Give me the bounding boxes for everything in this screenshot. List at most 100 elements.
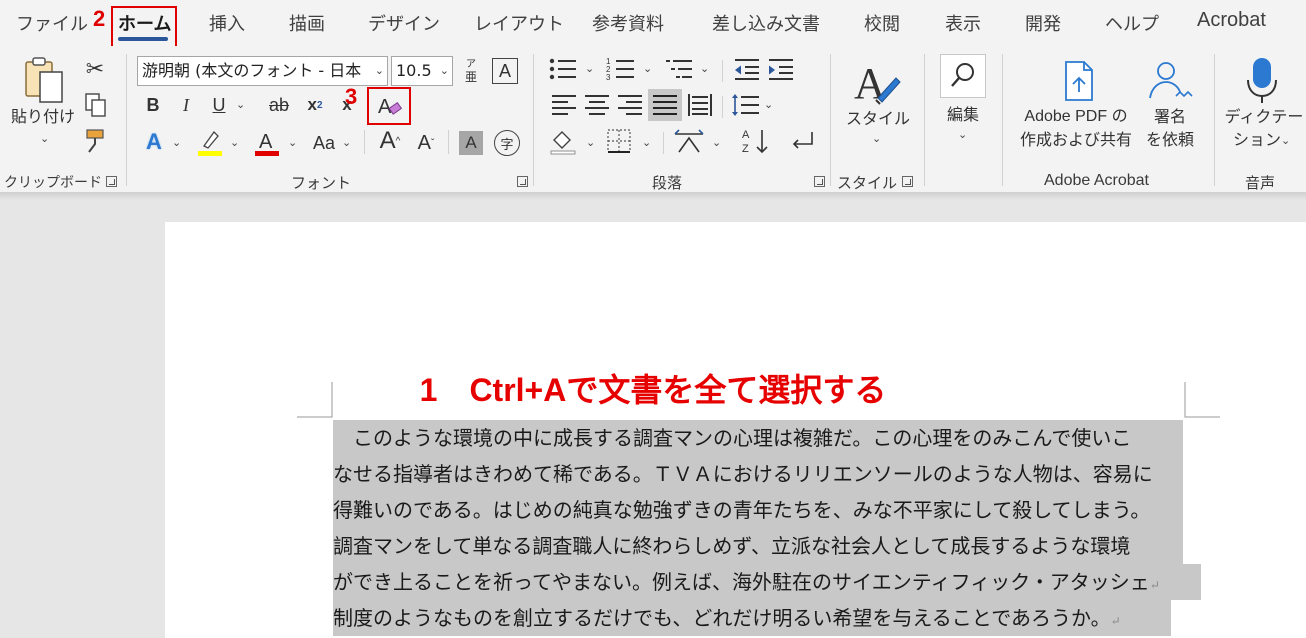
editing-dropdown-icon[interactable]: ⌄ <box>958 128 967 141</box>
tab-help[interactable]: ヘルプ <box>1105 10 1159 36</box>
borders-icon[interactable] <box>606 128 632 154</box>
multilevel-list-dropdown-icon[interactable]: ⌄ <box>700 62 709 75</box>
group-separator <box>126 54 127 186</box>
borders-dropdown-icon[interactable]: ⌄ <box>642 136 651 149</box>
font-launcher-icon[interactable] <box>517 176 528 187</box>
font-name-combobox[interactable]: 游明朝 (本文のフォント - 日本 ⌄ <box>137 56 388 86</box>
increase-indent-icon[interactable] <box>767 56 795 82</box>
font-size-value: 10.5 <box>396 61 432 80</box>
italic-button[interactable]: I <box>175 92 197 118</box>
clipboard-launcher-icon[interactable] <box>106 176 117 187</box>
underline-button[interactable]: U <box>208 92 230 118</box>
voice-group-label: 音声 <box>1245 174 1276 192</box>
text-effects-icon[interactable]: A <box>141 128 167 156</box>
highlight-color-dropdown-icon[interactable]: ⌄ <box>230 136 239 149</box>
document-text-line[interactable]: なせる指導者はきわめて稀である。ＴＶＡにおけるリリエンソールのような人物は、容易… <box>333 456 1183 492</box>
tab-references[interactable]: 参考資料 <box>592 10 664 36</box>
sort-icon[interactable]: AZ <box>740 126 770 156</box>
tab-design[interactable]: デザイン <box>368 10 440 36</box>
distributed-icon[interactable] <box>686 92 714 118</box>
justify-icon[interactable] <box>648 89 682 121</box>
create-share-pdf-line2[interactable]: 作成および共有 <box>1012 129 1140 151</box>
bullets-dropdown-icon[interactable]: ⌄ <box>585 62 594 75</box>
document-text-line[interactable]: 調査マンをして単なる調査職人に終わらしめず、立派な社会人として成長するような環境 <box>333 528 1183 564</box>
bold-button[interactable]: B <box>142 92 164 118</box>
font-name-dropdown-icon[interactable]: ⌄ <box>375 57 384 85</box>
styles-group-label: スタイル <box>837 174 898 192</box>
copy-icon[interactable] <box>83 92 109 118</box>
tab-view[interactable]: 表示 <box>945 10 981 36</box>
show-formatting-marks-icon[interactable] <box>788 128 816 156</box>
dictate-microphone-icon[interactable] <box>1244 56 1280 106</box>
underline-dropdown-icon[interactable]: ⌄ <box>236 98 245 111</box>
asian-layout-icon[interactable] <box>673 128 705 156</box>
change-case-dropdown-icon[interactable]: ⌄ <box>342 136 351 149</box>
editing-label[interactable]: 編集 <box>930 104 996 126</box>
text-effects-dropdown-icon[interactable]: ⌄ <box>172 136 181 149</box>
paste-dropdown-icon[interactable]: ⌄ <box>40 132 49 145</box>
group-separator <box>924 54 925 186</box>
numbering-icon[interactable]: 123 <box>606 56 636 82</box>
tab-review[interactable]: 校閲 <box>864 10 900 36</box>
format-painter-icon[interactable] <box>83 128 109 154</box>
shrink-font-button[interactable]: Aˇ <box>412 128 440 158</box>
multilevel-list-icon[interactable] <box>664 56 694 82</box>
line-spacing-dropdown-icon[interactable]: ⌄ <box>764 98 773 111</box>
paste-icon[interactable] <box>12 56 72 106</box>
tab-mailings[interactable]: 差し込み文書 <box>712 10 820 36</box>
font-color-icon[interactable]: A <box>253 128 281 158</box>
tab-developer[interactable]: 開発 <box>1025 10 1061 36</box>
request-signature-line1[interactable]: 署名 <box>1140 106 1200 128</box>
paragraph-mark: ↵ <box>1110 614 1121 628</box>
tab-file[interactable]: ファイル <box>16 10 88 36</box>
styles-icon[interactable]: A <box>850 56 904 110</box>
decrease-indent-icon[interactable] <box>733 56 761 82</box>
tab-acrobat[interactable]: Acrobat <box>1197 9 1266 32</box>
tab-draw[interactable]: 描画 <box>289 10 325 36</box>
create-share-pdf-line1[interactable]: Adobe PDF の <box>1012 106 1140 128</box>
paste-label[interactable]: 貼り付け <box>10 106 76 128</box>
shading-icon[interactable] <box>548 126 578 156</box>
grow-font-button[interactable]: A ^ <box>376 126 404 156</box>
highlight-color-icon[interactable] <box>196 128 224 158</box>
character-border-icon[interactable]: A <box>492 58 518 84</box>
request-signature-icon[interactable] <box>1146 58 1196 104</box>
change-case-button[interactable]: Aa <box>309 130 339 156</box>
clipboard-group-label: クリップボード <box>4 175 102 191</box>
cut-icon[interactable]: ✂ <box>82 56 108 82</box>
tab-layout[interactable]: レイアウト <box>474 10 564 36</box>
paragraph-launcher-icon[interactable] <box>814 176 825 187</box>
align-right-icon[interactable] <box>616 92 644 118</box>
character-shading-icon[interactable]: A <box>459 131 483 155</box>
phonetic-guide-icon[interactable]: ア 亜 <box>459 54 483 88</box>
asian-layout-dropdown-icon[interactable]: ⌄ <box>712 136 721 149</box>
document-text-line[interactable]: 制度のようなものを創立するだけでも、どれだけ明るい希望を与えることであろうか。↵ <box>333 600 1171 636</box>
font-size-combobox[interactable]: 10.5 ⌄ <box>391 56 453 86</box>
font-size-dropdown-icon[interactable]: ⌄ <box>440 57 449 85</box>
subscript-button[interactable]: x2 <box>304 92 326 118</box>
tab-insert[interactable]: 挿入 <box>209 10 245 36</box>
document-text-line[interactable]: 得難いのである。はじめの純真な勉強ずきの青年たちを、みな不平家にして殺してしまう… <box>333 492 1183 528</box>
styles-dropdown-icon[interactable]: ⌄ <box>872 132 881 145</box>
document-text-line[interactable]: このような環境の中に成長する調査マンの心理は複雑だ。この心理をのみこんで使いこ <box>333 420 1183 456</box>
line-spacing-icon[interactable] <box>731 92 761 118</box>
paragraph-inner-separator <box>722 60 723 82</box>
dictate-dropdown-icon[interactable]: ⌄ <box>1281 134 1290 147</box>
strikethrough-button[interactable]: ab <box>265 92 293 118</box>
styles-launcher-icon[interactable] <box>902 176 913 187</box>
request-signature-line2[interactable]: を依頼 <box>1140 129 1200 151</box>
font-color-dropdown-icon[interactable]: ⌄ <box>288 136 297 149</box>
enclose-characters-icon[interactable]: 字 <box>494 130 520 156</box>
align-center-icon[interactable] <box>583 92 611 118</box>
find-icon[interactable] <box>940 54 986 98</box>
bullets-icon[interactable] <box>548 56 578 82</box>
shading-dropdown-icon[interactable]: ⌄ <box>586 136 595 149</box>
svg-text:A: A <box>742 129 750 141</box>
numbering-dropdown-icon[interactable]: ⌄ <box>643 62 652 75</box>
create-share-pdf-icon[interactable] <box>1058 58 1102 104</box>
grow-font-a: A <box>379 127 396 154</box>
dictate-line1[interactable]: ディクテー <box>1222 106 1306 128</box>
align-left-icon[interactable] <box>550 92 578 118</box>
styles-label[interactable]: スタイル <box>838 108 918 130</box>
document-text-line[interactable]: ができ上ることを祈ってやまない。例えば、海外駐在のサイエンティフィック・アタッシ… <box>333 564 1201 600</box>
